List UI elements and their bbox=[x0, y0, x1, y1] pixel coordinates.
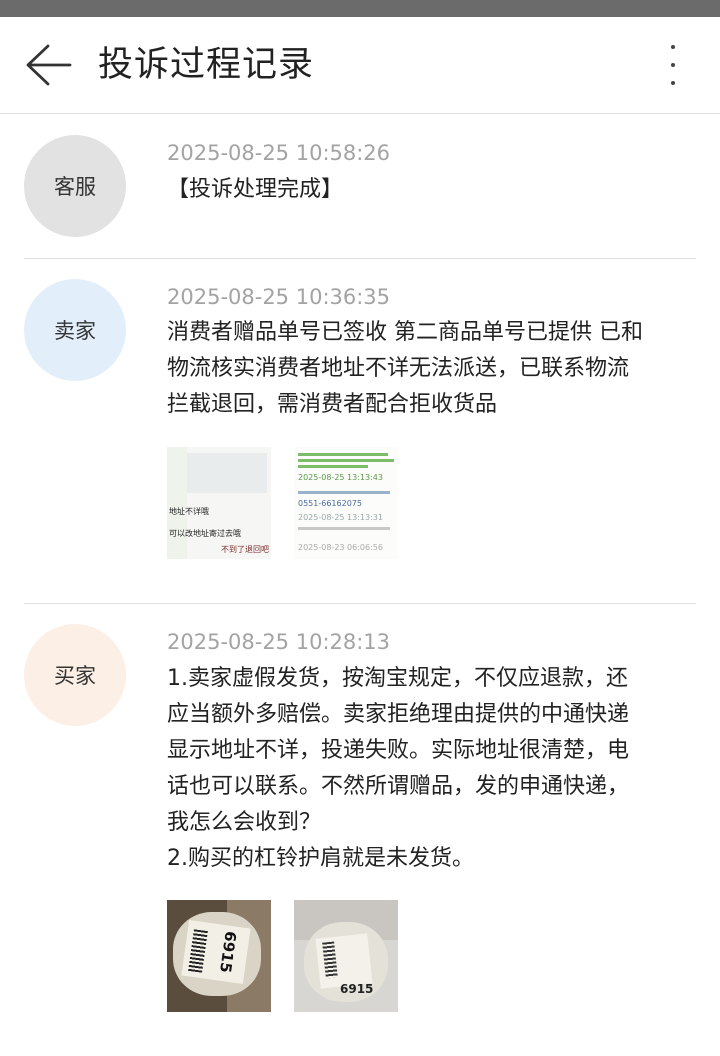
screenshot-line bbox=[298, 527, 390, 530]
message-line: 我怎么会收到？ bbox=[167, 810, 322, 835]
screenshot-panel bbox=[187, 453, 267, 493]
screenshot-line bbox=[298, 465, 368, 468]
attachment-photo-package-2[interactable]: 6915 bbox=[294, 900, 398, 1012]
avatar-buyer: 买家 bbox=[24, 624, 126, 726]
screenshot-line bbox=[298, 459, 394, 462]
timestamp: 2025-08-25 10:58:26 bbox=[167, 141, 391, 165]
timestamp: 2025-08-25 10:28:13 bbox=[167, 630, 391, 654]
arrow-left-icon bbox=[26, 44, 72, 86]
log-note: 2025-08-25 13:13:31 bbox=[298, 513, 383, 522]
more-dot-icon bbox=[671, 45, 675, 49]
avatar-label: 卖家 bbox=[54, 319, 96, 343]
attachment-screenshot-logistics[interactable]: 2025-08-25 13:13:43 0551-66162075 2025-0… bbox=[294, 447, 398, 559]
status-bar bbox=[0, 0, 720, 17]
package-number: 6915 bbox=[340, 982, 374, 996]
log-note: 2025-08-25 13:13:43 bbox=[298, 473, 383, 482]
attachment-photo-package-1[interactable]: 6915 bbox=[167, 900, 271, 1012]
chat-note: 可以改地址寄过去哦 bbox=[169, 529, 241, 538]
chat-note: 地址不详哦 bbox=[169, 507, 209, 516]
message-line: 消费者赠品单号已签收 第二商品单号已提供 已和 bbox=[167, 320, 643, 345]
back-button[interactable] bbox=[20, 39, 76, 91]
avatar-service: 客服 bbox=[24, 135, 126, 237]
log-note: 2025-08-23 06:06:56 bbox=[298, 543, 383, 552]
message-line: 【投诉处理完成】 bbox=[167, 177, 344, 202]
chat-note: 不到了退回吧 bbox=[221, 545, 269, 554]
message-text: 1.卖家虚假发货，按淘宝规定，不仅应退款，还 应当额外多赔偿。卖家拒绝理由提供的… bbox=[167, 661, 702, 877]
page-title: 投诉过程记录 bbox=[98, 45, 315, 85]
screenshot-line bbox=[298, 453, 388, 456]
divider bbox=[24, 258, 696, 259]
message-line: 拦截退回，需消费者配合拒收货品 bbox=[167, 392, 498, 417]
message-line: 1.卖家虚假发货，按淘宝规定，不仅应退款，还 bbox=[167, 666, 628, 691]
message-text: 消费者赠品单号已签收 第二商品单号已提供 已和 物流核实消费者地址不详无法派送，… bbox=[167, 315, 702, 423]
app-header: 投诉过程记录 bbox=[0, 17, 720, 114]
avatar-label: 客服 bbox=[54, 175, 96, 199]
screenshot-line bbox=[298, 491, 390, 494]
more-menu-button[interactable] bbox=[656, 39, 690, 91]
message-line: 显示地址不详，投递失败。实际地址很清楚，电 bbox=[167, 738, 630, 763]
message-line: 物流核实消费者地址不详无法派送，已联系物流 bbox=[167, 356, 630, 381]
message-line: 2.购买的杠铃护肩就是未发货。 bbox=[167, 846, 474, 871]
attachment-screenshot-chat[interactable]: 地址不详哦 可以改地址寄过去哦 不到了退回吧 bbox=[167, 447, 271, 559]
message-line: 话也可以联系。不然所谓赠品，发的申通快递， bbox=[167, 774, 630, 799]
screenshot-sidebar bbox=[167, 447, 187, 559]
message-line: 应当额外多赔偿。卖家拒绝理由提供的中通快递 bbox=[167, 702, 630, 727]
divider bbox=[24, 603, 696, 604]
more-dot-icon bbox=[671, 63, 675, 67]
log-note: 0551-66162075 bbox=[298, 499, 362, 508]
message-text: 【投诉处理完成】 bbox=[167, 172, 702, 208]
avatar-seller: 卖家 bbox=[24, 279, 126, 381]
avatar-label: 买家 bbox=[54, 664, 96, 688]
more-dot-icon bbox=[671, 81, 675, 85]
timestamp: 2025-08-25 10:36:35 bbox=[167, 285, 391, 309]
